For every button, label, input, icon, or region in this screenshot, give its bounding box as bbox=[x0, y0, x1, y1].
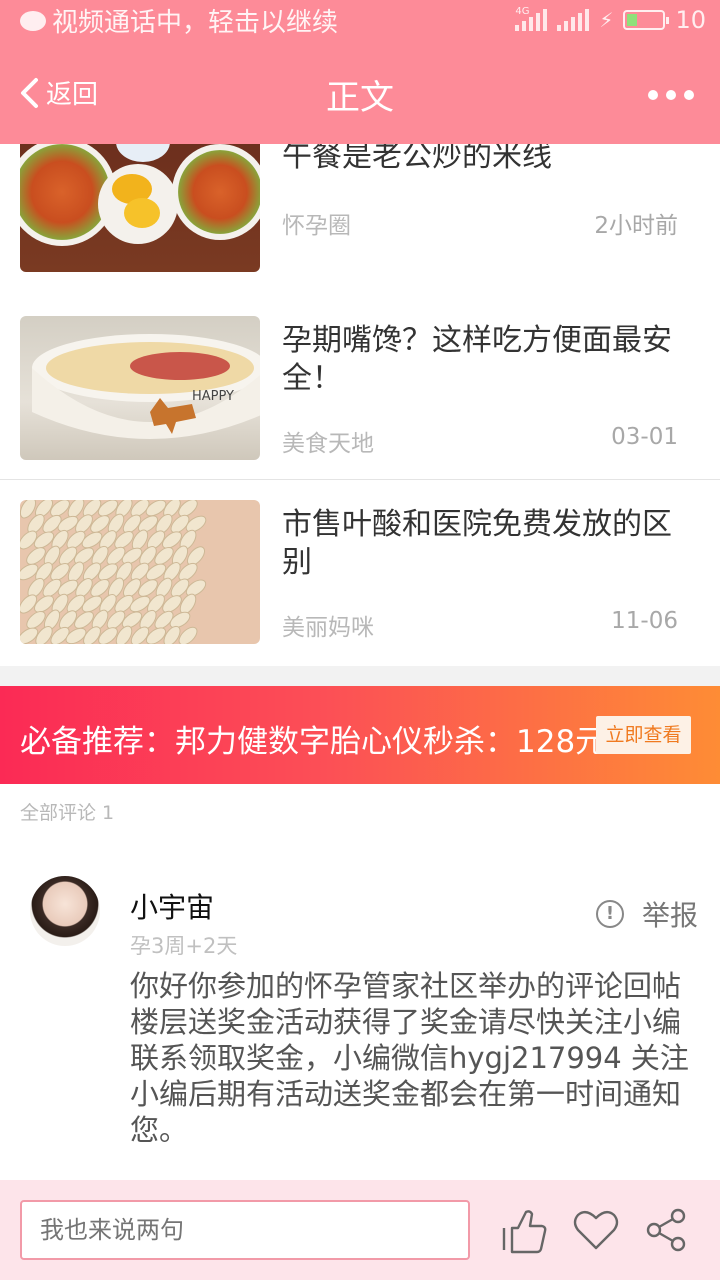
exclamation-icon: ! bbox=[595, 900, 624, 928]
comment-item: 小宇宙 孕3周+2天 ! 举报 你好你参加的怀孕管家社区举办的评论回帖楼层送奖金… bbox=[0, 860, 720, 1180]
status-bar[interactable]: 视频通话中，轻击以继续 4G ⚡ 10 bbox=[0, 0, 720, 40]
article-time: 2小时前 bbox=[594, 213, 678, 239]
promo-view-button[interactable]: 立即查看 bbox=[596, 716, 691, 754]
article-source: 怀孕圈 bbox=[282, 213, 351, 239]
report-button[interactable]: ! 举报 bbox=[595, 894, 698, 934]
more-menu-icon[interactable] bbox=[648, 90, 694, 100]
nav-bar: 返回 正文 bbox=[0, 62, 720, 126]
share-icon[interactable] bbox=[640, 1204, 692, 1256]
divider bbox=[0, 479, 720, 480]
call-banner-text: 视频通话中，轻击以继续 bbox=[52, 8, 339, 38]
article-source: 美丽妈咪 bbox=[282, 615, 374, 641]
comment-username[interactable]: 小宇宙 bbox=[130, 886, 214, 926]
article-time: 03-01 bbox=[611, 424, 678, 450]
svg-text:HAPPY: HAPPY bbox=[192, 389, 234, 404]
article-item[interactable]: HAPPY 孕期嘴馋？这样吃方便面最安全！ 美食天地 03-01 bbox=[0, 316, 720, 460]
article-time: 11-06 bbox=[611, 608, 678, 634]
promo-text: 必备推荐：邦力健数字胎心仪秒杀：128元 bbox=[20, 724, 607, 760]
thumbs-up-icon[interactable] bbox=[498, 1204, 550, 1256]
page-title: 正文 bbox=[326, 78, 394, 118]
signal-icon-2 bbox=[557, 9, 590, 31]
promo-banner[interactable]: 必备推荐：邦力健数字胎心仪秒杀：128元 立即查看 bbox=[0, 686, 720, 784]
status-indicators: 4G ⚡ 10 bbox=[515, 6, 706, 34]
heart-icon[interactable] bbox=[570, 1204, 622, 1256]
section-gap bbox=[0, 666, 720, 686]
report-label: 举报 bbox=[641, 899, 698, 932]
network-tag: 4G bbox=[515, 5, 530, 17]
article-title: 午餐是老公炒的米线 bbox=[282, 144, 552, 174]
comment-input[interactable] bbox=[20, 1200, 470, 1260]
comment-body: 你好你参加的怀孕管家社区举办的评论回帖楼层送奖金活动获得了奖金请尽快关注小编联系… bbox=[130, 969, 689, 1147]
bottom-action-bar bbox=[0, 1180, 720, 1280]
article-title: 市售叶酸和医院免费发放的区别 bbox=[282, 507, 672, 580]
chat-bubble-icon bbox=[20, 10, 46, 31]
article-title: 孕期嘴馋？这样吃方便面最安全！ bbox=[282, 323, 672, 396]
pregnancy-week-tag: 孕3周+2天 bbox=[130, 934, 238, 958]
battery-icon bbox=[623, 10, 670, 30]
app-header: 视频通话中，轻击以继续 4G ⚡ 10 返回 正文 bbox=[0, 0, 720, 144]
avatar[interactable] bbox=[30, 876, 100, 946]
article-thumbnail bbox=[20, 144, 260, 272]
charging-icon: ⚡ bbox=[599, 8, 614, 32]
article-item[interactable]: 午餐是老公炒的米线 怀孕圈 2小时前 bbox=[0, 144, 720, 290]
call-banner[interactable]: 视频通话中，轻击以继续 bbox=[20, 2, 338, 39]
battery-level: 10 bbox=[675, 6, 706, 34]
related-articles: 午餐是老公炒的米线 怀孕圈 2小时前 HAPPY 孕期嘴馋？这样吃方便面最安全！… bbox=[0, 144, 720, 666]
article-item[interactable]: 市售叶酸和医院免费发放的区别 美丽妈咪 11-06 bbox=[0, 500, 720, 644]
article-source: 美食天地 bbox=[282, 431, 374, 457]
comments-count: 全部评论 1 bbox=[20, 802, 115, 824]
article-thumbnail: HAPPY bbox=[20, 316, 260, 460]
article-thumbnail bbox=[20, 500, 260, 644]
